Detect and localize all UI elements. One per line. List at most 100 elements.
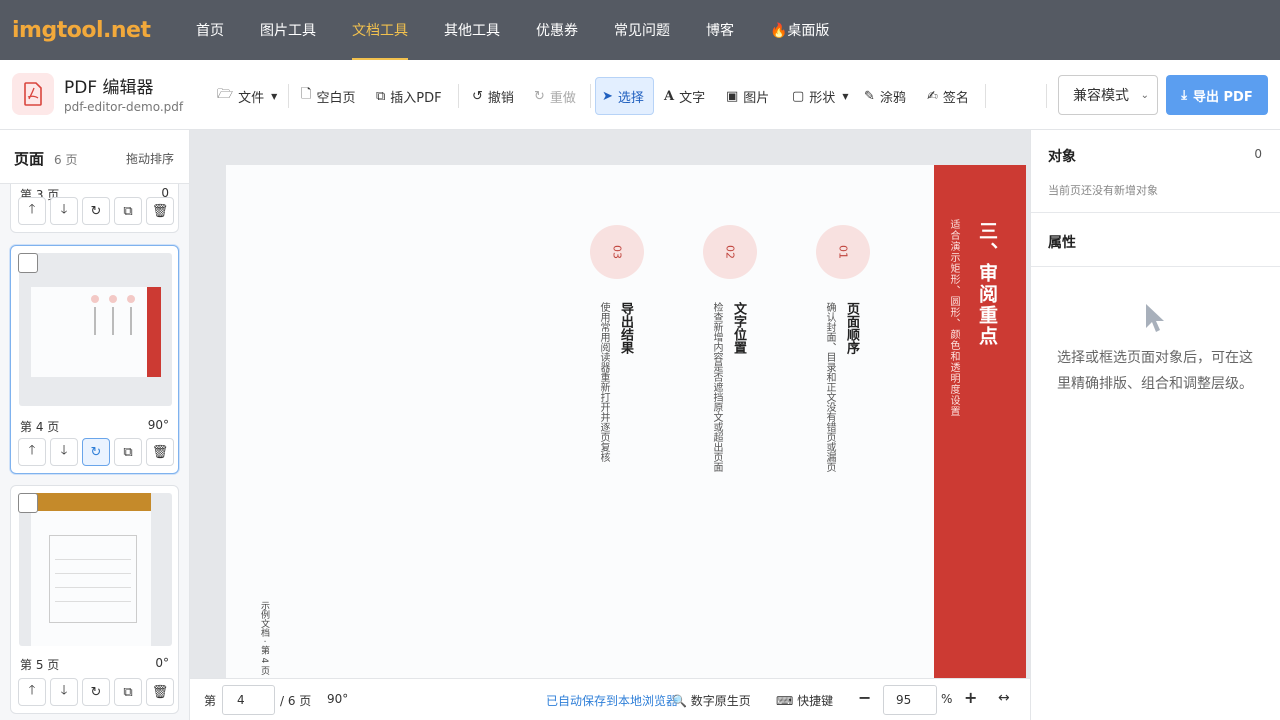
duplicate-button[interactable]: ⧉	[114, 197, 142, 225]
plus-icon: +	[964, 688, 978, 707]
arrow-down-icon: 🡓	[60, 202, 68, 217]
cursor-icon: ➤	[602, 88, 613, 104]
zoom-out-button[interactable]: −	[858, 688, 871, 707]
undo-button[interactable]: ↺ 撤销	[466, 77, 520, 115]
autosave-status: 已自动保存到本地浏览器	[546, 694, 679, 708]
move-down-button[interactable]: 🡓	[50, 197, 78, 225]
item-number: 02	[723, 245, 737, 259]
square-icon: ▢	[792, 88, 805, 104]
properties-hint: 选择或框选页面对象后，可在这里精确排版、组合和调整层级。	[1057, 350, 1253, 392]
page-label: 第 5 页	[20, 658, 60, 672]
draw-tool-button[interactable]: ✎ 涂鸦	[858, 77, 912, 115]
objects-title: 对象	[1048, 149, 1076, 165]
section-heading: 三、审阅重点	[976, 221, 998, 347]
insert-pdf-button[interactable]: ⧉ 插入PDF	[370, 77, 448, 115]
nav-other-tools[interactable]: 其他工具	[426, 0, 518, 60]
nav-image-tools[interactable]: 图片工具	[242, 0, 334, 60]
image-tool-label: 图片	[743, 90, 770, 106]
fit-width-icon: ↔	[998, 690, 1010, 706]
item-title: 页面顺序	[844, 302, 859, 354]
redo-button[interactable]: ↻ 重做	[528, 77, 582, 115]
chevron-down-icon: ⌄	[1140, 89, 1149, 101]
pen-icon: ✎	[864, 88, 875, 104]
page-prefix: 第	[204, 694, 217, 708]
nav-home[interactable]: 首页	[178, 0, 242, 60]
move-down-button[interactable]: 🡓	[50, 678, 78, 706]
page-select-checkbox[interactable]	[18, 253, 38, 273]
page-select-checkbox[interactable]	[18, 493, 38, 513]
minus-icon: −	[858, 688, 872, 707]
keyboard-icon: ⌨	[776, 694, 794, 708]
export-pdf-button[interactable]: ⤓ 导出 PDF	[1166, 75, 1268, 115]
delete-button[interactable]: 🗑	[146, 678, 174, 706]
draw-tool-label: 涂鸦	[879, 90, 906, 106]
image-tool-button[interactable]: ▣ 图片	[720, 77, 775, 115]
pdf-page[interactable]: 三、审阅重点 适合演示矩形、圆形、颜色和透明度设置 01 页面顺序 确认封面、目…	[226, 165, 1026, 678]
move-up-button[interactable]: 🡑	[18, 678, 46, 706]
fit-width-button[interactable]: ↔	[998, 690, 1010, 706]
panel-divider	[1031, 212, 1280, 213]
page-card-4[interactable]: 第 4 页 90° 🡑 🡓 ↻ ⧉ 🗑	[10, 245, 179, 474]
text-icon: A	[664, 88, 675, 104]
select-tool-button[interactable]: ➤ 选择	[595, 77, 654, 115]
status-bar: 第 4 / 6 页 90° 已自动保存到本地浏览器 🔍 数字原生页 ⌨ 快捷键 …	[190, 678, 1030, 720]
file-menu-button[interactable]: 🗁 文件 ▼	[211, 77, 283, 115]
nav-blog[interactable]: 博客	[688, 0, 752, 60]
item-number-circle: 02	[703, 225, 757, 279]
trash-icon: 🗑	[151, 684, 169, 700]
nav-desktop[interactable]: 🔥桌面版	[752, 0, 847, 60]
rotate-icon: ↻	[90, 203, 102, 219]
arrow-down-icon: 🡓	[60, 443, 68, 458]
item-description: 使用常用阅读器重新打开并逐页复核	[598, 302, 609, 462]
move-up-button[interactable]: 🡑	[18, 438, 46, 466]
shortcuts-button[interactable]: ⌨ 快捷键	[776, 692, 833, 709]
zoom-in-button[interactable]: +	[964, 688, 977, 707]
compat-mode-select[interactable]: 兼容模式 ⌄	[1058, 75, 1158, 115]
undo-icon: ↺	[472, 88, 483, 104]
shape-tool-button[interactable]: ▢ 形状 ▼	[786, 77, 854, 115]
page-count: 6 页	[54, 153, 78, 167]
signature-icon: ✍	[927, 88, 938, 104]
cursor-icon	[1143, 302, 1165, 338]
drag-sort-hint[interactable]: 拖动排序	[126, 150, 174, 167]
copy-icon: ⧉	[123, 684, 133, 700]
move-up-button[interactable]: 🡑	[18, 197, 46, 225]
move-down-button[interactable]: 🡓	[50, 438, 78, 466]
page-rotation: 90°	[147, 418, 169, 432]
text-tool-button[interactable]: A 文字	[658, 77, 711, 115]
zoom-unit: %	[941, 692, 953, 706]
page-actions: 🡑 🡓 ↻ ⧉ 🗑	[18, 438, 174, 466]
duplicate-button[interactable]: ⧉	[114, 438, 142, 466]
rotate-button[interactable]: ↻	[82, 678, 110, 706]
rotate-button[interactable]: ↻	[82, 438, 110, 466]
rotate-button[interactable]: ↻	[82, 197, 110, 225]
blank-page-button[interactable]: 🗋 空白页	[295, 77, 361, 115]
text-tool-label: 文字	[679, 90, 706, 106]
sign-tool-button[interactable]: ✍ 签名	[921, 77, 975, 115]
site-logo[interactable]: imgtool.net	[12, 18, 178, 43]
copy-icon: ⧉	[123, 444, 133, 460]
delete-button[interactable]: 🗑	[146, 438, 174, 466]
search-icon: 🔍	[672, 694, 687, 708]
nav-faq[interactable]: 常见问题	[596, 0, 688, 60]
page-card-5[interactable]: 第 5 页 0° 🡑 🡓 ↻ ⧉ 🗑	[10, 485, 179, 714]
sidebar-header: 页面 6 页 拖动排序	[0, 130, 189, 184]
arrow-up-icon: 🡑	[28, 202, 36, 217]
nav-document-tools[interactable]: 文档工具	[334, 0, 426, 60]
rotate-icon: ↻	[90, 684, 102, 700]
rotate-icon: ↻	[90, 444, 102, 460]
editor-canvas[interactable]: 三、审阅重点 适合演示矩形、圆形、颜色和透明度设置 01 页面顺序 确认封面、目…	[190, 130, 1030, 678]
nav-coupons[interactable]: 优惠券	[518, 0, 596, 60]
insert-pdf-label: 插入PDF	[390, 90, 442, 106]
image-icon: ▣	[726, 88, 739, 104]
blank-page-label: 空白页	[316, 90, 356, 106]
delete-button[interactable]: 🗑	[146, 197, 174, 225]
shortcuts-label: 快捷键	[797, 694, 834, 708]
page-actions: 🡑 🡓 ↻ ⧉ 🗑	[18, 197, 174, 225]
zoom-input[interactable]: 95	[883, 685, 937, 715]
sidebar-title: 页面	[14, 150, 45, 168]
duplicate-button[interactable]: ⧉	[114, 678, 142, 706]
item-description: 检查新增内容是否遮挡原文或超出页面	[711, 302, 722, 472]
caret-down-icon: ▼	[842, 91, 849, 101]
page-number-input[interactable]: 4	[222, 685, 275, 715]
